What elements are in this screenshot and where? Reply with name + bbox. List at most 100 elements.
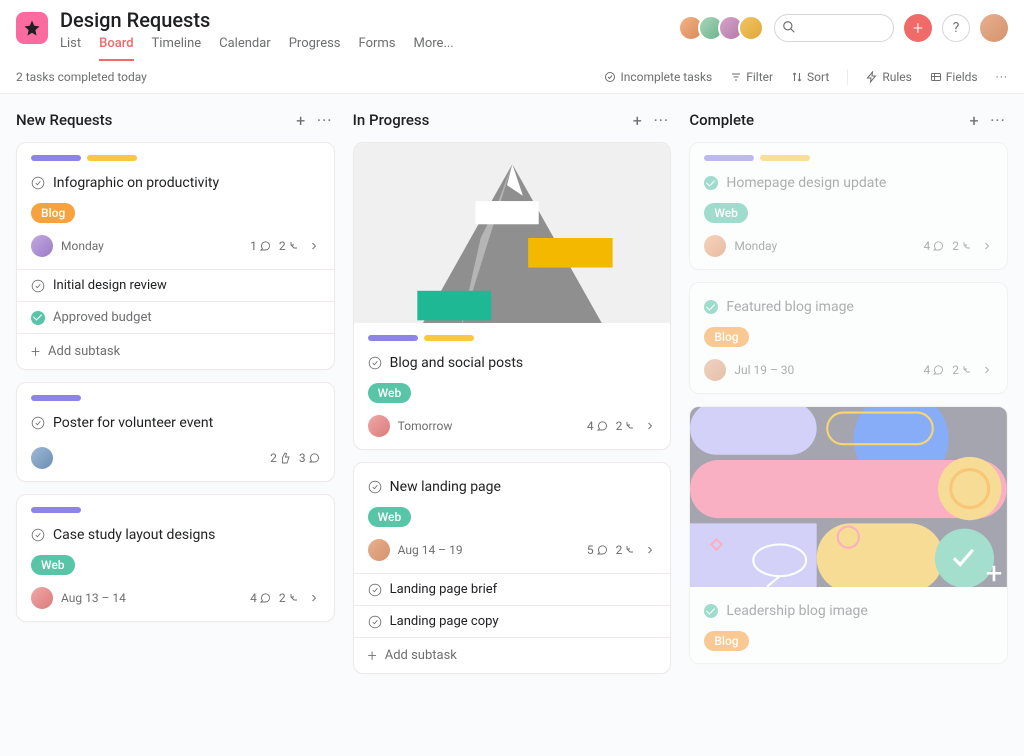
task-card[interactable]: Infographic on productivity Blog Monday … <box>16 142 335 370</box>
column-in-progress: In Progress + ··· Blog <box>353 110 672 740</box>
tag-web[interactable]: Web <box>31 555 75 575</box>
column-menu[interactable]: ··· <box>651 110 671 130</box>
tag-blog[interactable]: Blog <box>704 631 748 651</box>
subtask-count[interactable]: 2 <box>279 239 300 253</box>
add-subtask-button[interactable]: +Add subtask <box>17 333 334 369</box>
add-subtask-button[interactable]: +Add subtask <box>354 637 671 673</box>
more-actions[interactable]: ··· <box>996 70 1008 84</box>
tag-web[interactable]: Web <box>704 203 748 223</box>
subtask-row[interactable]: Landing page copy <box>354 605 671 637</box>
complete-check-icon[interactable] <box>31 416 45 430</box>
complete-check-icon[interactable] <box>31 311 45 325</box>
tag-web[interactable]: Web <box>368 507 412 527</box>
column-menu[interactable]: ··· <box>315 110 335 130</box>
subtask-count[interactable]: 2 <box>616 419 637 433</box>
add-button[interactable]: + <box>904 14 932 42</box>
rules-button[interactable]: Rules <box>866 70 911 84</box>
task-title: Infographic on productivity <box>53 175 219 191</box>
complete-check-icon[interactable] <box>368 615 382 629</box>
filter-button[interactable]: Filter <box>730 70 773 84</box>
add-card-button[interactable]: + <box>627 110 647 130</box>
comment-count[interactable]: 5 <box>587 543 608 557</box>
task-title: Featured blog image <box>726 299 854 315</box>
chevron-right-icon[interactable] <box>644 420 656 432</box>
complete-check-icon[interactable] <box>368 583 382 597</box>
tab-list[interactable]: List <box>60 36 81 61</box>
nav-tabs: List Board Timeline Calendar Progress Fo… <box>60 36 672 61</box>
task-card[interactable]: Poster for volunteer event 2 3 <box>16 382 335 482</box>
complete-check-icon[interactable] <box>31 176 45 190</box>
like-count[interactable]: 2 <box>270 451 291 465</box>
chevron-right-icon[interactable] <box>981 240 993 252</box>
member-avatars[interactable] <box>684 15 764 41</box>
complete-check-icon[interactable] <box>368 356 382 370</box>
assignee-avatar[interactable] <box>31 235 53 257</box>
title-block: Design Requests List Board Timeline Cale… <box>60 8 672 61</box>
tab-timeline[interactable]: Timeline <box>152 36 202 61</box>
board: New Requests + ··· Infographic on produc… <box>0 94 1024 756</box>
app-logo[interactable] <box>16 12 48 44</box>
subtask-count[interactable]: 2 <box>279 591 300 605</box>
comment-count[interactable]: 1 <box>250 239 271 253</box>
task-card[interactable]: Case study layout designs Web Aug 13 – 1… <box>16 494 335 622</box>
tab-progress[interactable]: Progress <box>289 36 341 61</box>
task-title: New landing page <box>390 479 501 495</box>
tag-blog[interactable]: Blog <box>704 327 748 347</box>
due-date: Monday <box>734 239 915 253</box>
assignee-avatar[interactable] <box>368 415 390 437</box>
card-cover-image: + <box>690 407 1007 587</box>
comment-count[interactable]: 4 <box>924 239 945 253</box>
subtask-count[interactable]: 2 <box>952 239 973 253</box>
task-card[interactable]: Blog and social posts Web Tomorrow 4 2 <box>353 142 672 450</box>
add-card-button[interactable]: + <box>291 110 311 130</box>
user-avatar[interactable] <box>980 14 1008 42</box>
column-header: In Progress + ··· <box>353 110 672 130</box>
comment-count[interactable]: 4 <box>250 591 271 605</box>
column-title: New Requests <box>16 111 287 129</box>
task-card[interactable]: + Leadership blog image Blog <box>689 406 1008 664</box>
assignee-avatar[interactable] <box>704 235 726 257</box>
comment-count[interactable]: 4 <box>924 363 945 377</box>
assignee-avatar[interactable] <box>31 447 53 469</box>
column-menu[interactable]: ··· <box>988 110 1008 130</box>
task-card[interactable]: New landing page Web Aug 14 – 19 5 2 Lan… <box>353 462 672 674</box>
complete-check-icon[interactable] <box>704 604 718 618</box>
subtask-count[interactable]: 2 <box>616 543 637 557</box>
assignee-avatar[interactable] <box>704 359 726 381</box>
complete-check-icon[interactable] <box>704 176 718 190</box>
due-date: Tomorrow <box>398 419 579 433</box>
tab-forms[interactable]: Forms <box>359 36 396 61</box>
assignee-avatar[interactable] <box>31 587 53 609</box>
complete-check-icon[interactable] <box>704 300 718 314</box>
subtask-row[interactable]: Approved budget <box>17 301 334 333</box>
tab-calendar[interactable]: Calendar <box>219 36 271 61</box>
fields-button[interactable]: Fields <box>930 70 978 84</box>
tab-more[interactable]: More... <box>414 36 454 61</box>
tag-web[interactable]: Web <box>368 383 412 403</box>
column-header: Complete + ··· <box>689 110 1008 130</box>
subtask-count[interactable]: 2 <box>952 363 973 377</box>
add-card-button[interactable]: + <box>964 110 984 130</box>
complete-check-icon[interactable] <box>31 279 45 293</box>
chevron-right-icon[interactable] <box>308 592 320 604</box>
comment-count[interactable]: 3 <box>299 451 320 465</box>
complete-check-icon[interactable] <box>31 528 45 542</box>
comment-count[interactable]: 4 <box>587 419 608 433</box>
chevron-right-icon[interactable] <box>981 364 993 376</box>
subtask-row[interactable]: Initial design review <box>17 269 334 301</box>
tab-board[interactable]: Board <box>99 36 133 61</box>
sort-button[interactable]: Sort <box>791 70 829 84</box>
help-button[interactable]: ? <box>942 14 970 42</box>
complete-check-icon[interactable] <box>368 480 382 494</box>
column-title: In Progress <box>353 111 624 129</box>
task-card[interactable]: Homepage design update Web Monday 4 2 <box>689 142 1008 270</box>
search-box <box>774 14 894 42</box>
incomplete-filter[interactable]: Incomplete tasks <box>604 70 712 84</box>
task-title: Poster for volunteer event <box>53 415 213 431</box>
assignee-avatar[interactable] <box>368 539 390 561</box>
task-card[interactable]: Featured blog image Blog Jul 19 – 30 4 2 <box>689 282 1008 394</box>
subtask-row[interactable]: Landing page brief <box>354 573 671 605</box>
chevron-right-icon[interactable] <box>644 544 656 556</box>
tag-blog[interactable]: Blog <box>31 203 75 223</box>
chevron-right-icon[interactable] <box>308 240 320 252</box>
